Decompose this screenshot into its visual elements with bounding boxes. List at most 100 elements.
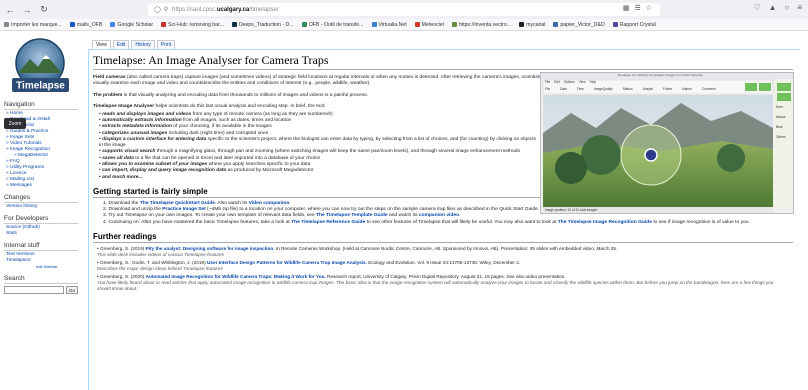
feature-bold: allows you to examine subset of your ima… xyxy=(102,162,208,167)
reading-link[interactable]: Pity the analyst: Designing software for… xyxy=(146,246,275,251)
search-input[interactable] xyxy=(4,286,64,294)
feature-bold: reads and displays images and videos xyxy=(102,111,192,117)
bookmark-item[interactable]: Google Scholar xyxy=(110,22,153,28)
tab-edit[interactable]: Edit xyxy=(112,40,130,49)
bookmark-item[interactable]: Sci-Hub: removing bar... xyxy=(161,22,224,28)
timelapse-screenshot[interactable]: Timelapse 2.0: Helping You Analyse Image… xyxy=(540,72,794,214)
step-link[interactable]: The Timelapse QuickStart Guide xyxy=(140,201,215,206)
step-link[interactable]: The Timelapse Reference Guide xyxy=(291,220,365,225)
bookmark-item[interactable]: Virtualia.Net xyxy=(371,21,407,28)
search-heading: Search xyxy=(4,275,78,284)
step-text: (~4Mb zip file) to a location on your co… xyxy=(205,207,540,213)
tab-history[interactable]: History xyxy=(131,40,155,49)
url-domain: ucalgary.ca xyxy=(216,6,250,13)
timelapse-logo[interactable]: Timelapse xyxy=(8,37,73,95)
bookmark-label: Sci-Hub: removing bar... xyxy=(168,21,224,28)
feature-list: reads and displays images and videos fro… xyxy=(99,112,539,181)
dev-heading: For Developers xyxy=(4,215,78,224)
step-link[interactable]: The Timelapse Template Guide xyxy=(316,213,388,218)
bookmark-item[interactable]: Importer les marque... xyxy=(4,22,62,28)
bookmark-label: mycanal xyxy=(526,21,546,28)
reading-item: • Greenberg, S. (2020) Automated Image R… xyxy=(97,274,787,292)
qr-icon[interactable]: ▦ xyxy=(623,4,630,12)
screenshot-side-label: Moose xyxy=(776,115,786,119)
screenshot-field-label: Analyst xyxy=(642,87,654,91)
screenshot-status: Image position: 10 of 10 total images xyxy=(545,208,598,212)
menu-icon[interactable]: ≡ xyxy=(797,3,802,12)
feature-bold: categorizes unusual images xyxy=(102,130,168,136)
bookmark-item[interactable]: Deeps_Traduction - D... xyxy=(231,22,294,28)
bookmark-item[interactable]: Rapport Crystal xyxy=(612,22,656,28)
sidebar-item-version-history[interactable]: Version history xyxy=(6,204,82,210)
bookmark-item[interactable]: papier_Victor_D&D xyxy=(553,21,605,28)
intro-text-3: helps scientists do this last visual ana… xyxy=(154,104,326,110)
pocket-icon[interactable]: ♡ xyxy=(753,3,760,12)
step-link[interactable]: companion video xyxy=(419,213,459,218)
sidebar-item-stats[interactable]: Stats xyxy=(6,231,82,237)
extensions-icon[interactable]: ▲ xyxy=(769,3,777,12)
account-icon[interactable]: ○ xyxy=(784,3,789,12)
intro-bold-1: Field cameras xyxy=(93,75,126,80)
bookmark-label: Meteociel xyxy=(421,21,444,28)
page-title: Timelapse: An Image Analyser for Camera … xyxy=(93,53,793,70)
screenshot-menu-item: File xyxy=(545,80,551,84)
reading-item: • Greenberg, S. (2019) Pity the analyst:… xyxy=(97,246,787,258)
screenshot-field-label: File xyxy=(545,87,551,91)
url-prefix: https://saul.cpsc. xyxy=(172,6,217,13)
step-text: to see if image recognition is of value … xyxy=(651,219,750,225)
intro-text-1: (also called camera traps) capture image… xyxy=(93,75,542,87)
feature-bold: supports visual search xyxy=(102,149,156,155)
edit-sidebar-link[interactable]: edit Sidebar xyxy=(36,264,82,270)
screenshot-field-label: Comment xyxy=(701,87,716,91)
bookmark-label: Virtualia.Net xyxy=(378,21,407,28)
bookmark-item[interactable]: OFB - Outil de transfe... xyxy=(301,22,364,28)
screenshot-menu-item: View xyxy=(578,80,586,84)
star-icon[interactable]: ☆ xyxy=(646,4,652,12)
reading-text: In Remote Cameras Workshop. (Held at Can… xyxy=(274,245,618,251)
reading-item: • Greenberg, S., Godin, T. and Whittingt… xyxy=(97,260,787,272)
step-text: Download the xyxy=(108,200,140,206)
bookmark-favicon-icon xyxy=(110,22,116,27)
shield-icon[interactable]: ◯ xyxy=(154,6,161,13)
feature-bold: displays a custom interface for entering… xyxy=(102,136,207,142)
step-text: . xyxy=(459,213,461,219)
forward-icon[interactable]: → xyxy=(20,3,34,17)
sidebar-item[interactable]: » Messages xyxy=(6,183,82,189)
translate-icon[interactable]: ☰ xyxy=(634,4,640,12)
url-bar[interactable]: ◯ ⚲ https://saul.cpsc. ucalgary.ca/timela… xyxy=(148,3,660,16)
bookmark-favicon-icon xyxy=(414,22,420,27)
reading-text: Greenberg, S. (2020) xyxy=(99,273,146,279)
intro-paragraph-3: Timelapse Image Analyser helps scientist… xyxy=(93,104,543,110)
step-link[interactable]: The Timelapse Image Recognition Guide xyxy=(558,220,652,225)
feature-bold: saves all data xyxy=(102,155,134,161)
step-link[interactable]: Practice Image Set xyxy=(162,207,206,212)
reading-note: You have likely heard about or read arti… xyxy=(97,279,774,291)
lock-icon[interactable]: ⚲ xyxy=(164,6,168,13)
bookmark-item[interactable]: mycanal xyxy=(519,22,545,28)
bookmark-item[interactable]: mails_OFB xyxy=(69,22,102,28)
tab-view[interactable]: View xyxy=(92,40,111,49)
screenshot-field-label: Date xyxy=(560,87,567,91)
step-text: Continuing on: After you have mastered t… xyxy=(108,219,292,225)
list-item: displays a custom interface for entering… xyxy=(99,137,539,150)
bookmark-favicon-icon xyxy=(231,22,237,27)
reading-text: Ecology and Evolution. Vol. 9 Issue 24:1… xyxy=(366,259,521,265)
bookmark-favicon-icon xyxy=(69,22,75,27)
bookmark-favicon-icon xyxy=(451,22,457,27)
screenshot-menu-item: Help xyxy=(589,80,597,84)
feature-text: where you apply searches specific to you… xyxy=(207,162,311,167)
bookmark-label: papier_Victor_D&D xyxy=(560,21,605,28)
reload-icon[interactable]: ↻ xyxy=(37,3,51,17)
bookmark-item[interactable]: Meteociel xyxy=(414,21,444,28)
reading-link[interactable]: User Interface Design Patterns for Wildl… xyxy=(207,260,367,265)
step-link[interactable]: Video companion xyxy=(249,201,290,206)
step-item: 4. Continuing on: After you have mastere… xyxy=(103,220,793,226)
reading-link[interactable]: Automated Image Recognition for Wildlife… xyxy=(146,274,326,279)
bookmark-item[interactable]: https://inventa.vectro... xyxy=(451,22,511,28)
back-icon[interactable]: ← xyxy=(3,3,17,17)
tab-print[interactable]: Print xyxy=(156,40,176,49)
search-go-button[interactable]: Go xyxy=(66,286,78,294)
feature-text: from all images, such as dates, times an… xyxy=(181,117,292,123)
intro-bold-2: The problem xyxy=(93,92,123,98)
internal-heading: Internal stuff xyxy=(4,242,78,251)
